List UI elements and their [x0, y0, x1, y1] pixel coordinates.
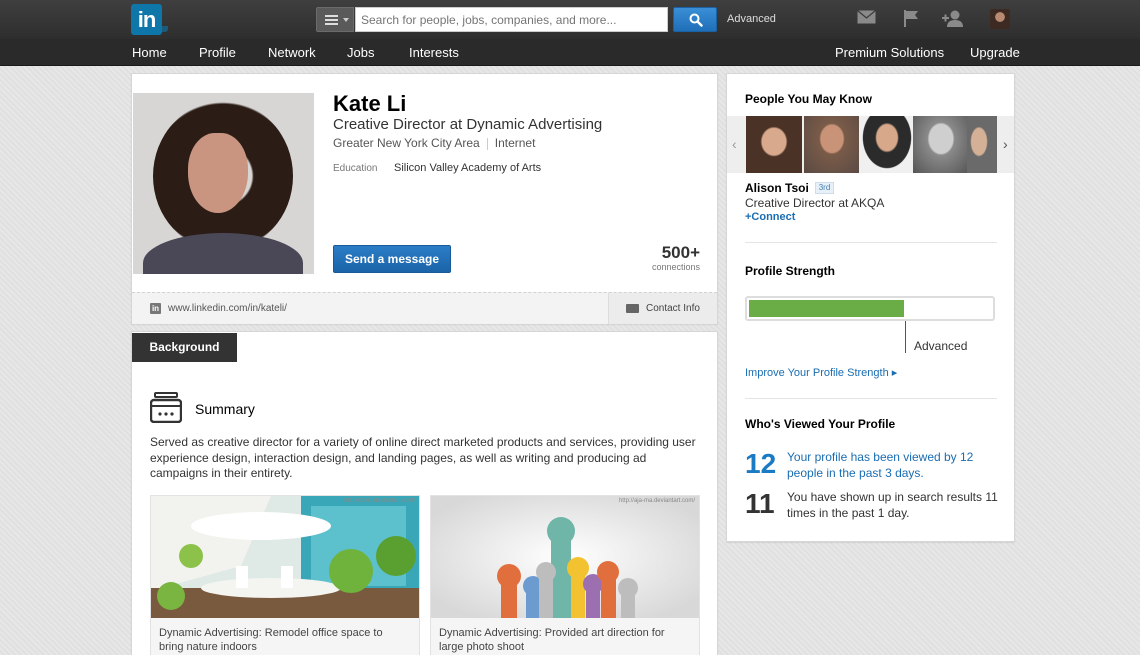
- list-icon: [325, 15, 338, 25]
- background-tab[interactable]: Background: [132, 333, 237, 362]
- location-link[interactable]: Greater New York City Area: [333, 136, 480, 150]
- contact-info-button[interactable]: Contact Info: [608, 293, 717, 324]
- top-bar: in Advanced: [0, 0, 1140, 39]
- add-connection-icon[interactable]: [942, 10, 964, 27]
- pymk-photo[interactable]: [967, 116, 997, 173]
- who-viewed-title: Who's Viewed Your Profile: [745, 417, 896, 431]
- connections-label: connections: [651, 262, 700, 272]
- separator: [486, 137, 488, 150]
- photo-face: [188, 133, 248, 213]
- advanced-search-link[interactable]: Advanced: [727, 13, 776, 25]
- search-button[interactable]: [673, 7, 717, 32]
- background-card: Background Summary Served as creative di…: [131, 331, 718, 655]
- profile-card: Kate Li Creative Director at Dynamic Adv…: [131, 73, 718, 324]
- media-thumbnail-office: http://tonio.deviantart.com/: [151, 496, 419, 618]
- chevron-left-icon[interactable]: ‹: [732, 136, 737, 152]
- profile-strength-meter[interactable]: [745, 296, 995, 321]
- education-label: Education: [333, 163, 378, 174]
- improve-strength-link[interactable]: Improve Your Profile Strength ▸: [745, 366, 897, 379]
- contact-card-icon: [626, 304, 639, 313]
- pymk-headline: Creative Director at AKQA: [745, 196, 885, 210]
- nav-upgrade[interactable]: Upgrade: [970, 45, 1020, 60]
- nav-premium-solutions[interactable]: Premium Solutions: [835, 45, 944, 60]
- pymk-photo[interactable]: [859, 116, 915, 173]
- divider: [745, 398, 997, 399]
- contact-info-label: Contact Info: [646, 303, 700, 314]
- chevron-right-icon[interactable]: ›: [1003, 136, 1008, 152]
- media-caption: Dynamic Advertising: Provided art direct…: [439, 627, 665, 653]
- avatar[interactable]: [990, 9, 1010, 29]
- summary-title: Summary: [195, 401, 255, 417]
- views-count[interactable]: 12: [745, 448, 776, 480]
- profile-name: Kate Li: [333, 91, 407, 116]
- pymk-title: People You May Know: [745, 92, 872, 106]
- connect-button[interactable]: +Connect: [745, 211, 795, 223]
- nav-jobs[interactable]: Jobs: [347, 45, 374, 60]
- summary-text: Served as creative director for a variet…: [150, 435, 696, 480]
- media-watermark: http://tonio.deviantart.com/: [344, 498, 415, 504]
- media-caption: Dynamic Advertising: Remodel office spac…: [159, 627, 383, 653]
- profile-strength-title: Profile Strength: [745, 264, 836, 278]
- search-category-dropdown[interactable]: [316, 7, 354, 32]
- degree-badge: 3rd: [815, 182, 834, 194]
- nav-interests[interactable]: Interests: [409, 45, 459, 60]
- industry-link[interactable]: Internet: [495, 136, 536, 150]
- media-watermark: http://aja-ma.deviantart.com/: [618, 498, 695, 504]
- linkedin-logo[interactable]: in: [131, 4, 162, 35]
- mail-icon[interactable]: [857, 10, 876, 24]
- profile-footer: in www.linkedin.com/in/kateli/ Contact I…: [132, 292, 717, 324]
- education-value[interactable]: Silicon Valley Academy of Arts: [394, 162, 541, 174]
- main-nav: Home Profile Network Jobs Interests Prem…: [0, 39, 1140, 66]
- sidebar-card: People You May Know ‹ › Alison Tsoi 3rd …: [726, 73, 1015, 542]
- views-text[interactable]: Your profile has been viewed by 12 peopl…: [787, 450, 1002, 481]
- send-message-button[interactable]: Send a message: [333, 245, 451, 273]
- pymk-photo[interactable]: [804, 116, 860, 173]
- public-profile-url[interactable]: www.linkedin.com/in/kateli/: [168, 303, 287, 314]
- logo-tail: [162, 26, 168, 32]
- strength-fill: [749, 300, 904, 317]
- search-appearances-count: 11: [745, 488, 775, 519]
- media-item[interactable]: http://tonio.deviantart.com/ Dynamic Adv…: [150, 495, 420, 655]
- connections-count: 500+: [661, 243, 700, 262]
- profile-photo[interactable]: [133, 93, 314, 274]
- flag-icon[interactable]: [903, 10, 919, 27]
- search-icon: [689, 13, 703, 27]
- pymk-carousel: ‹ ›: [727, 116, 1014, 173]
- profile-headline: Creative Director at Dynamic Advertising: [333, 116, 603, 133]
- nav-network[interactable]: Network: [268, 45, 316, 60]
- pymk-name[interactable]: Alison Tsoi: [745, 181, 809, 195]
- media-item[interactable]: http://aja-ma.deviantart.com/ Dynamic Ad…: [430, 495, 700, 655]
- strength-level-label: Advanced: [914, 339, 968, 353]
- location-industry: Greater New York City Area Internet: [333, 136, 535, 150]
- nav-profile[interactable]: Profile: [199, 45, 236, 60]
- media-thumbnail-hands: http://aja-ma.deviantart.com/: [431, 496, 699, 618]
- chevron-down-icon: [343, 18, 349, 22]
- nav-home[interactable]: Home: [132, 45, 167, 60]
- pymk-photo[interactable]: [913, 116, 969, 173]
- search-input[interactable]: [355, 7, 668, 32]
- strength-marker: [905, 321, 906, 353]
- search-appearances-text: You have shown up in search results 11 t…: [787, 490, 998, 520]
- pymk-photo[interactable]: [746, 116, 802, 173]
- divider: [745, 242, 997, 243]
- summary-icon: [150, 392, 182, 423]
- linkedin-small-icon: in: [150, 303, 161, 314]
